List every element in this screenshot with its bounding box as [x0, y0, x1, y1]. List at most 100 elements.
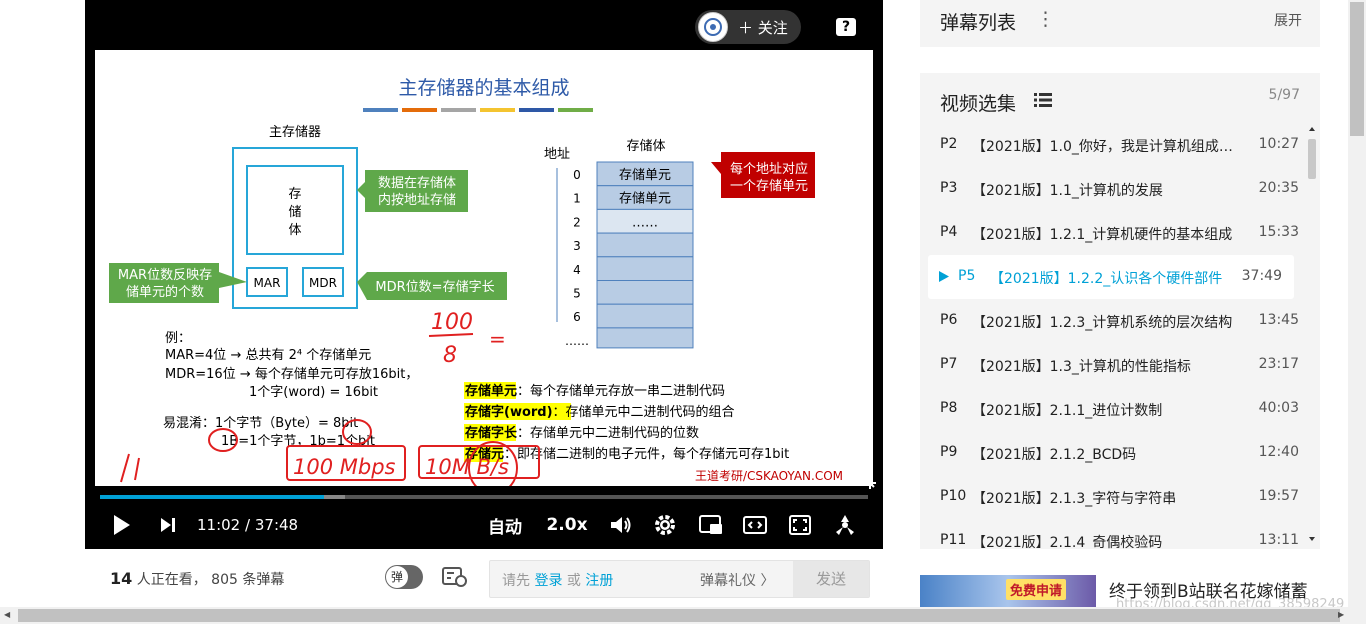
episode-item-p8[interactable]: P8 【2021版】2.1.1_进位计数制 40:03 [920, 387, 1302, 431]
list-icon[interactable] [1034, 93, 1052, 107]
example-heading: 例： [165, 331, 191, 346]
callout-address-line1: 每个地址对应 [730, 161, 808, 177]
progress-bar[interactable] [100, 495, 868, 499]
fullscreen-icon [836, 515, 854, 535]
episode-duration: 15:33 [1258, 224, 1299, 240]
callout-mar-line1: MAR位数反映存 [118, 268, 212, 283]
slide-title: 主存储器的基本组成 [398, 77, 569, 99]
storage-body-label: 存储体 [626, 139, 665, 154]
send-button[interactable]: 发送 [793, 561, 869, 597]
picture-in-picture-icon [699, 515, 722, 534]
address-number: 1 [573, 192, 581, 206]
episode-number: P3 [940, 180, 958, 196]
danmu-more-icon[interactable]: ⋮ [1036, 8, 1055, 30]
fullscreen-corner-icon[interactable] [863, 476, 877, 490]
viewer-stats: 14 人正在看， 805 条弹幕 [110, 569, 284, 589]
page-horizontal-scroll-thumb[interactable] [18, 609, 1340, 622]
danmu-toggle[interactable]: 弹 [385, 565, 423, 589]
episode-item-p11[interactable]: P11 【2021版】2.1.4_奇偶校验码 13:11 [920, 519, 1302, 549]
handwritten-fraction-bottom: 8 [443, 343, 457, 368]
play-button[interactable] [109, 505, 135, 545]
episode-number: P10 [940, 488, 967, 504]
episode-duration: 37:49 [1241, 268, 1282, 284]
episode-number: P7 [940, 356, 958, 372]
danmu-etiquette-link[interactable]: 弹幕礼仪 〉 [700, 570, 774, 590]
time-total: 37:48 [254, 516, 299, 534]
now-playing-icon [939, 271, 949, 282]
danmu-input[interactable]: 请先 登录 或 注册 弹幕礼仪 〉 发送 [489, 560, 870, 598]
handwritten-equals: = [489, 327, 506, 351]
episode-item-p10[interactable]: P10 【2021版】2.1.3_字符与字符串 19:57 [920, 475, 1302, 519]
episode-item-p3[interactable]: P3 【2021版】1.1_计算机的发展 20:35 [920, 167, 1302, 211]
volume-icon [611, 517, 631, 533]
episode-duration: 20:35 [1258, 180, 1299, 196]
address-number: 5 [573, 287, 581, 301]
video-player[interactable]: ＋ 关注 ? 主存储器的基本组成 主存储器 存 储 体 MAR MDR 数据在存… [85, 0, 883, 549]
episode-item-p4[interactable]: P4 【2021版】1.2.1_计算机硬件的基本组成 15:33 [920, 211, 1302, 255]
widescreen-icon [743, 516, 767, 534]
episode-title: 【2021版】1.2.2_认识各个硬件部件 [990, 271, 1223, 287]
storage-cell [596, 303, 694, 329]
settings-button[interactable] [652, 505, 678, 545]
episode-title: 【2021版】2.1.4_奇偶校验码 [972, 535, 1163, 549]
time-separator: / [245, 516, 251, 534]
gear-icon [655, 515, 675, 535]
episode-duration: 40:03 [1258, 400, 1299, 416]
danmu-toggle-knob: 弹 [386, 566, 408, 588]
storage-body-char-2: 储 [288, 205, 301, 220]
episode-number: P11 [940, 532, 967, 548]
next-button[interactable] [157, 505, 179, 545]
mdr-label: MDR [309, 276, 337, 290]
pip-button[interactable] [697, 505, 725, 545]
episode-panel-title: 视频选集 [940, 93, 1017, 115]
danmu-settings-icon[interactable] [442, 566, 468, 588]
quality-button[interactable]: 自动 [483, 505, 527, 545]
speed-button[interactable]: 2.0x [546, 505, 587, 545]
episode-duration: 23:17 [1258, 356, 1299, 372]
episode-count: 5/97 [1268, 87, 1300, 103]
storage-cell [596, 232, 694, 258]
episode-duration: 13:11 [1258, 532, 1299, 548]
episode-list: P2 【2021版】1.0_你好，我是计算机组成… 10:27 P3 【2021版】1.… [920, 123, 1302, 549]
slide-brand: 王道考研/CSKAOYAN.COM [695, 469, 843, 483]
definition-line: 存储字长：存储单元中二进制代码的位数 [465, 425, 699, 441]
follow-button[interactable]: ＋ 关注 [695, 10, 801, 44]
episode-number: P8 [940, 400, 958, 416]
danmu-bar: 14 人正在看， 805 条弹幕 弹 请先 登录 或 注册 弹幕礼仪 〉 发送 [85, 549, 883, 609]
episode-title: 【2021版】1.3_计算机的性能指标 [972, 359, 1191, 375]
episode-item-p5[interactable]: P5 【2021版】1.2.2_认识各个硬件部件 37:49 [928, 255, 1294, 299]
register-link[interactable]: 注册 [585, 573, 613, 589]
webfullscreen-button[interactable] [787, 505, 813, 545]
page-vertical-scroll-thumb[interactable] [1350, 2, 1364, 136]
callout-address-line2: 一个存储单元 [730, 179, 808, 194]
episode-duration: 13:45 [1258, 312, 1299, 328]
danmu-expand-button[interactable]: 展开 [1274, 10, 1302, 30]
episode-item-p6[interactable]: P6 【2021版】1.2.3_计算机系统的层次结构 13:45 [920, 299, 1302, 343]
callout-mdr: MDR位数=存储字长 [375, 280, 494, 295]
widescreen-button[interactable] [741, 505, 769, 545]
callout-mar-line2: 储单元的个数 [126, 284, 204, 300]
web-fullscreen-icon [789, 515, 811, 535]
episode-scrollbar[interactable] [1307, 125, 1317, 545]
storage-cell-label: 存储单元 [619, 192, 671, 207]
volume-button[interactable] [609, 505, 633, 545]
storage-body-char-1: 存 [288, 187, 301, 202]
scroll-right-arrow[interactable]: ▶ [1338, 610, 1344, 619]
episode-item-p9[interactable]: P9 【2021版】2.1.2_BCD码 12:40 [920, 431, 1302, 475]
episode-title: 【2021版】1.2.3_计算机系统的层次结构 [972, 315, 1233, 331]
color-bar-segment [558, 108, 593, 112]
episode-number: P4 [940, 224, 958, 240]
scroll-left-arrow[interactable]: ◀ [4, 610, 10, 619]
episode-item-p2[interactable]: P2 【2021版】1.0_你好，我是计算机组成… 10:27 [920, 123, 1302, 167]
episode-duration: 12:40 [1258, 444, 1299, 460]
help-icon[interactable]: ? [836, 18, 856, 36]
episode-duration: 10:27 [1258, 136, 1299, 152]
fullscreen-button[interactable] [832, 505, 858, 545]
address-number: 2 [573, 215, 581, 229]
episode-item-p7[interactable]: P7 【2021版】1.3_计算机的性能指标 23:17 [920, 343, 1302, 387]
address-number: 4 [573, 263, 581, 277]
viewer-count: 14 [110, 569, 133, 588]
episode-panel: 视频选集 5/97 P2 【2021版】1.0_你好，我是计算机组成… 10:27 P… [920, 73, 1320, 549]
episode-title: 【2021版】2.1.2_BCD码 [972, 447, 1137, 463]
login-link[interactable]: 登录 [534, 573, 562, 589]
